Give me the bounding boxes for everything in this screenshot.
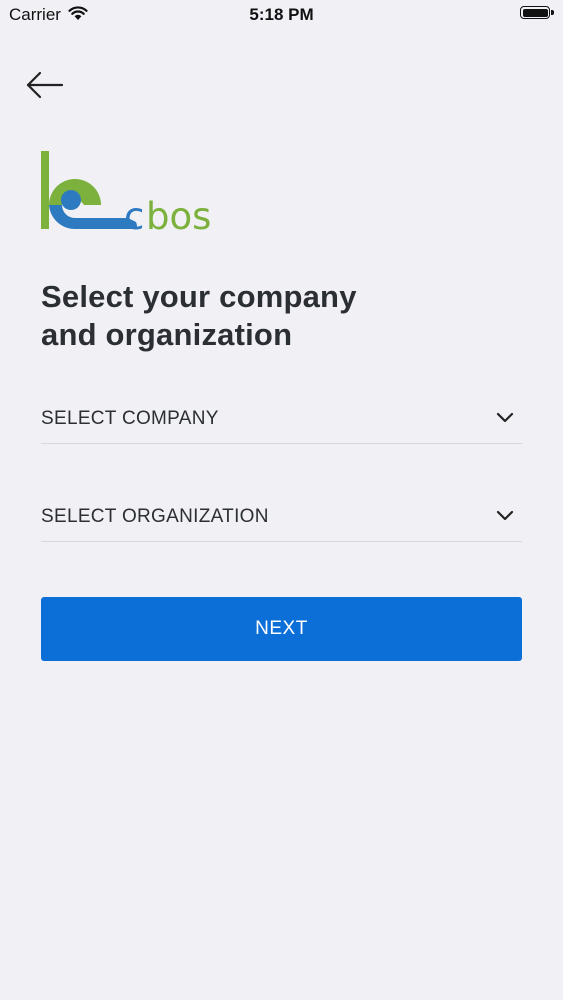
chevron-down-icon xyxy=(496,510,514,521)
page-title: Select your company and organization xyxy=(41,278,461,354)
next-button[interactable]: NEXT xyxy=(41,597,522,661)
logo-letters-bos: bos xyxy=(146,195,211,232)
select-organization-dropdown[interactable]: SELECT ORGANIZATION xyxy=(41,490,522,542)
select-company-dropdown[interactable]: SELECT COMPANY xyxy=(41,392,522,444)
arrow-left-icon[interactable] xyxy=(24,68,66,102)
cbos-logo-mark: c bos xyxy=(41,151,211,238)
select-company-label: SELECT COMPANY xyxy=(41,408,219,429)
page-title-line-2: and organization xyxy=(41,317,293,352)
page-title-line-1: Select your company xyxy=(41,279,357,314)
chevron-down-icon xyxy=(496,412,514,423)
select-organization-label: SELECT ORGANIZATION xyxy=(41,506,269,527)
status-bar: Carrier 5:18 PM xyxy=(0,0,563,30)
clock: 5:18 PM xyxy=(249,5,314,24)
battery-level xyxy=(522,8,548,17)
cbos-logo: c bos xyxy=(40,150,230,238)
battery-tip xyxy=(551,10,554,15)
battery-icon xyxy=(520,6,550,19)
logo-letter-c: c xyxy=(124,195,144,232)
